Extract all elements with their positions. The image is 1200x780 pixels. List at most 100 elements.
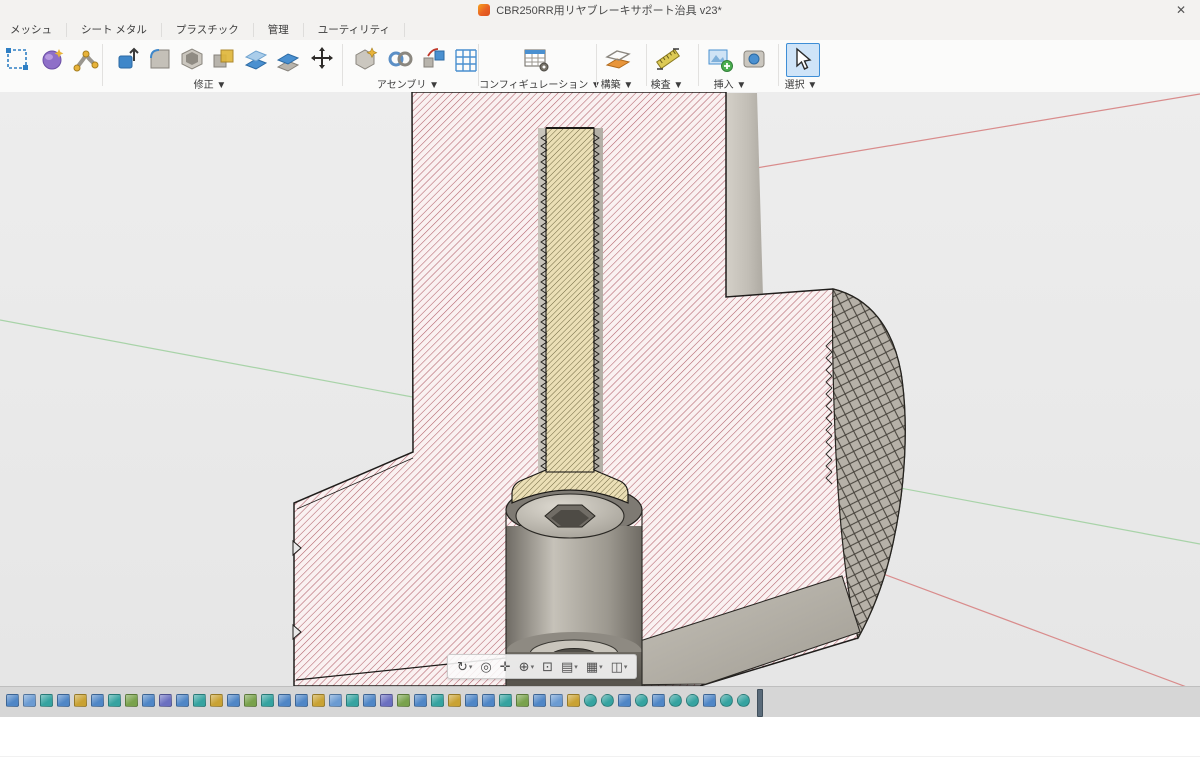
modify-group-label[interactable]: 修正 ▼ (194, 76, 227, 91)
tab-manage[interactable]: 管理 (254, 23, 304, 37)
inspect-group-label[interactable]: 検査 ▼ (651, 76, 684, 91)
configuration-group-label[interactable]: コンフィギュレーション ▼ (479, 76, 601, 91)
timeline-feature-icon[interactable] (108, 694, 121, 707)
timeline-feature-icon[interactable] (482, 694, 495, 707)
timeline-feature-icon[interactable] (720, 694, 733, 707)
construct-group-label[interactable]: 構築 ▼ (601, 76, 634, 91)
insert-group-label[interactable]: 挿入 ▼ (714, 76, 747, 91)
timeline-feature-icon[interactable] (380, 694, 393, 707)
new-component-icon[interactable] (352, 45, 380, 73)
zoom-icon[interactable]: ⊕▾ (515, 656, 538, 677)
timeline-feature-icon[interactable] (448, 694, 461, 707)
timeline-feature-icon[interactable] (499, 694, 512, 707)
form-icon[interactable] (38, 45, 66, 73)
pan-icon[interactable]: ✛ (496, 656, 515, 677)
timeline-feature-icon[interactable] (550, 694, 563, 707)
timeline-feature-icon[interactable] (278, 694, 291, 707)
timeline-feature-icon[interactable] (91, 694, 104, 707)
timeline-feature-icon[interactable] (669, 694, 682, 707)
timeline-feature-icon[interactable] (737, 694, 750, 707)
timeline-feature-icon[interactable] (227, 694, 240, 707)
timeline-feature-icon[interactable] (125, 694, 138, 707)
timeline-feature-icon[interactable] (516, 694, 529, 707)
bolt-shaft-section (546, 128, 594, 472)
thicken-icon[interactable] (274, 45, 302, 73)
grid-icon[interactable]: ▦▾ (582, 656, 607, 677)
timeline-feature-icon[interactable] (703, 694, 716, 707)
timeline-feature-icon[interactable] (295, 694, 308, 707)
construct-plane-icon[interactable] (604, 45, 632, 73)
as-built-joint-icon[interactable] (420, 45, 448, 73)
timeline-feature-icon[interactable] (465, 694, 478, 707)
select-cursor-icon[interactable] (788, 45, 816, 73)
press-pull-icon[interactable] (114, 45, 142, 73)
timeline-feature-icon[interactable] (6, 694, 19, 707)
timeline-feature-icon[interactable] (142, 694, 155, 707)
timeline-feature-icon[interactable] (23, 694, 36, 707)
document-title: CBR250RR用リヤブレーキサポート治具 v23* (496, 2, 722, 18)
timeline-feature-icon[interactable] (584, 694, 597, 707)
timeline-feature-icon[interactable] (431, 694, 444, 707)
timeline-feature-icon[interactable] (686, 694, 699, 707)
timeline-feature-icon[interactable] (397, 694, 410, 707)
timeline-feature-icon[interactable] (261, 694, 274, 707)
timeline-feature-icon[interactable] (363, 694, 376, 707)
timeline-feature-icon[interactable] (312, 694, 325, 707)
toolbar-tabs: メッシュ シート メタル プラスチック 管理 ユーティリティ (0, 20, 1200, 40)
assemble-group-label[interactable]: アセンブリ ▼ (377, 76, 439, 91)
fusion360-window: CBR250RR用リヤブレーキサポート治具 v23* ✕ メッシュ シート メタ… (0, 0, 1200, 780)
orbit-icon[interactable]: ↻▾ (453, 656, 476, 677)
timeline-feature-icon[interactable] (176, 694, 189, 707)
timeline-feature-icon[interactable] (329, 694, 342, 707)
title-bar: CBR250RR用リヤブレーキサポート治具 v23* ✕ (0, 0, 1200, 21)
timeline-feature-icon[interactable] (635, 694, 648, 707)
offset-face-icon[interactable] (242, 45, 270, 73)
fillet-icon[interactable] (146, 45, 174, 73)
timeline-feature-icon[interactable] (618, 694, 631, 707)
viewport-canvas[interactable]: MO (0, 92, 1200, 686)
timeline-feature-icon[interactable] (40, 694, 53, 707)
timeline-feature-icon[interactable] (159, 694, 172, 707)
timeline-feature-icon[interactable] (74, 694, 87, 707)
fit-icon[interactable]: ⊡ (538, 656, 557, 677)
insert-canvas-icon[interactable] (706, 45, 734, 73)
timeline-feature-icon[interactable] (533, 694, 546, 707)
select-group-label[interactable]: 選択 ▼ (785, 76, 818, 91)
timeline-feature-icon[interactable] (414, 694, 427, 707)
timeline-feature-icon[interactable] (652, 694, 665, 707)
close-icon[interactable]: ✕ (1172, 2, 1190, 18)
timeline-bar (0, 686, 1200, 718)
measure-icon[interactable] (654, 45, 682, 73)
model-section-view: MO (0, 92, 1200, 686)
tab-plastic[interactable]: プラスチック (162, 23, 254, 37)
bottom-whitespace (0, 717, 1200, 780)
main-toolbar: 修正 ▼ アセンブリ ▼ コンフィギュレーション ▼ 構築 ▼ 検査 ▼ (0, 40, 1200, 93)
sketch-box-icon[interactable] (4, 45, 32, 73)
pattern-table-icon[interactable] (452, 45, 480, 73)
timeline-feature-icon[interactable] (193, 694, 206, 707)
timeline-marker[interactable] (757, 689, 763, 717)
fusion-logo-icon (478, 4, 490, 16)
tab-sheet-metal[interactable]: シート メタル (67, 23, 162, 37)
viewports-icon[interactable]: ◫▾ (607, 656, 632, 677)
display-settings-icon[interactable]: ▤▾ (557, 656, 582, 677)
configuration-table-icon[interactable] (522, 45, 550, 73)
shell-icon[interactable] (178, 45, 206, 73)
bottom-divider (0, 756, 1200, 757)
look-at-icon[interactable]: ◎ (476, 656, 495, 677)
tab-mesh[interactable]: メッシュ (0, 23, 67, 37)
pipe-icon[interactable] (72, 45, 100, 73)
timeline-feature-icon[interactable] (57, 694, 70, 707)
timeline-feature-icon[interactable] (210, 694, 223, 707)
move-icon[interactable] (308, 44, 336, 72)
boss-outer-surface (726, 93, 763, 297)
timeline-feature-icon[interactable] (601, 694, 614, 707)
timeline-feature-icon[interactable] (346, 694, 359, 707)
timeline-feature-list (6, 694, 754, 707)
combine-icon[interactable] (210, 45, 238, 73)
joint-icon[interactable] (386, 45, 414, 73)
timeline-feature-icon[interactable] (567, 694, 580, 707)
tab-utilities[interactable]: ユーティリティ (304, 23, 405, 37)
decal-icon[interactable] (740, 45, 768, 73)
timeline-feature-icon[interactable] (244, 694, 257, 707)
